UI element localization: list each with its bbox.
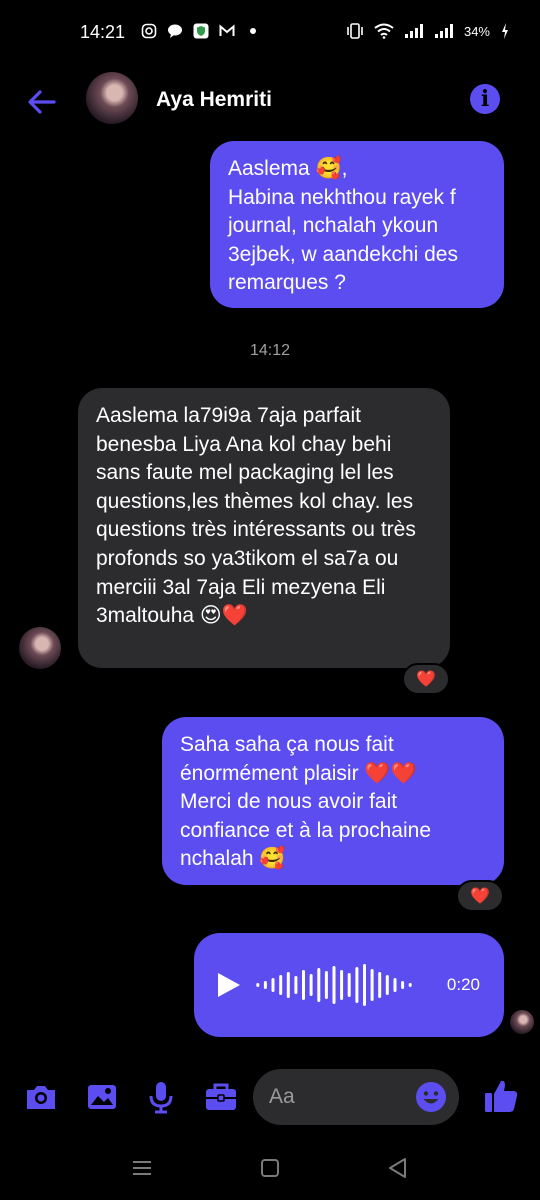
waveform-bar [355,967,359,1003]
waveform-bar [263,981,267,989]
waveform-bar [363,964,366,1006]
message-bubble-sent[interactable]: Saha saha ça nous fait énormément plaisi… [162,717,504,885]
info-button[interactable]: i [470,84,500,114]
conversation-header: Aya Hemriti i [0,64,540,140]
waveform-icon [256,964,412,1006]
message-input-container[interactable] [253,1069,459,1125]
chat-bubble-icon [166,22,184,40]
mail-icon [218,22,236,40]
battery-icon [502,23,508,39]
system-status-icons: 34% [346,22,510,40]
system-navigation-bar [0,1140,540,1200]
camera-icon[interactable] [23,1079,59,1115]
waveform-bar [294,976,298,994]
waveform-bar [309,974,313,996]
info-icon: i [480,86,490,112]
waveform-bar [279,975,283,995]
waveform-bar [340,970,344,1000]
vibrate-icon [347,23,363,39]
waveform-bar [385,975,389,995]
voice-duration: 0:20 [446,975,480,994]
status-bar: 14:21 34% [0,0,540,64]
microphone-icon[interactable] [143,1079,179,1115]
contact-avatar[interactable] [86,72,138,124]
waveform-bar [324,971,328,999]
image-icon[interactable] [84,1079,120,1115]
sender-avatar[interactable] [19,627,61,669]
shield-app-icon [192,22,210,40]
dot-icon [244,22,262,40]
status-time: 14:21 [80,22,126,42]
voice-message[interactable]: 0:20 [194,933,504,1037]
message-composer [0,1065,540,1129]
contact-name[interactable]: Aya Hemriti [156,88,272,112]
waveform-bar [347,973,351,997]
notification-icons [140,22,262,40]
briefcase-icon[interactable] [203,1079,239,1115]
play-icon[interactable] [216,971,242,999]
waveform-bar [393,978,397,992]
heart-reaction: ❤️ [416,671,436,688]
home-square-icon[interactable] [258,1156,282,1180]
instagram-icon [140,22,158,40]
seen-avatar [510,1010,534,1034]
smiley-icon[interactable] [415,1081,447,1113]
thumbs-up-icon[interactable] [482,1077,520,1115]
battery-level: 34% [463,23,490,39]
waveform-bar [408,983,412,987]
back-triangle-icon[interactable] [386,1156,410,1180]
waveform-bar [401,981,405,989]
waveform-bar [317,968,321,1002]
waveform-bar [332,966,336,1004]
message-input[interactable] [269,1083,409,1111]
signal-icon [404,24,423,38]
reaction-badge[interactable]: ❤️ [402,663,450,695]
waveform-bar [370,969,374,1001]
waveform-bar [286,972,290,998]
message-bubble-received[interactable]: Aaslema la79i9a 7aja parfait benesba Liy… [78,388,450,668]
waveform-bar [302,970,305,1000]
reaction-badge[interactable]: ❤️ [456,880,504,912]
menu-icon[interactable] [130,1156,154,1180]
heart-reaction: ❤️ [470,888,490,905]
arrow-left-icon [28,90,56,114]
waveform-bar [378,972,382,998]
signal-icon [434,24,453,38]
back-button[interactable] [24,84,60,120]
message-bubble-sent[interactable]: Aaslema 🥰, Habina nekhthou rayek f journ… [210,141,504,308]
wifi-icon [374,23,394,39]
waveform-bar [271,978,275,992]
waveform-bar [256,983,260,987]
message-timestamp: 14:12 [249,342,291,359]
